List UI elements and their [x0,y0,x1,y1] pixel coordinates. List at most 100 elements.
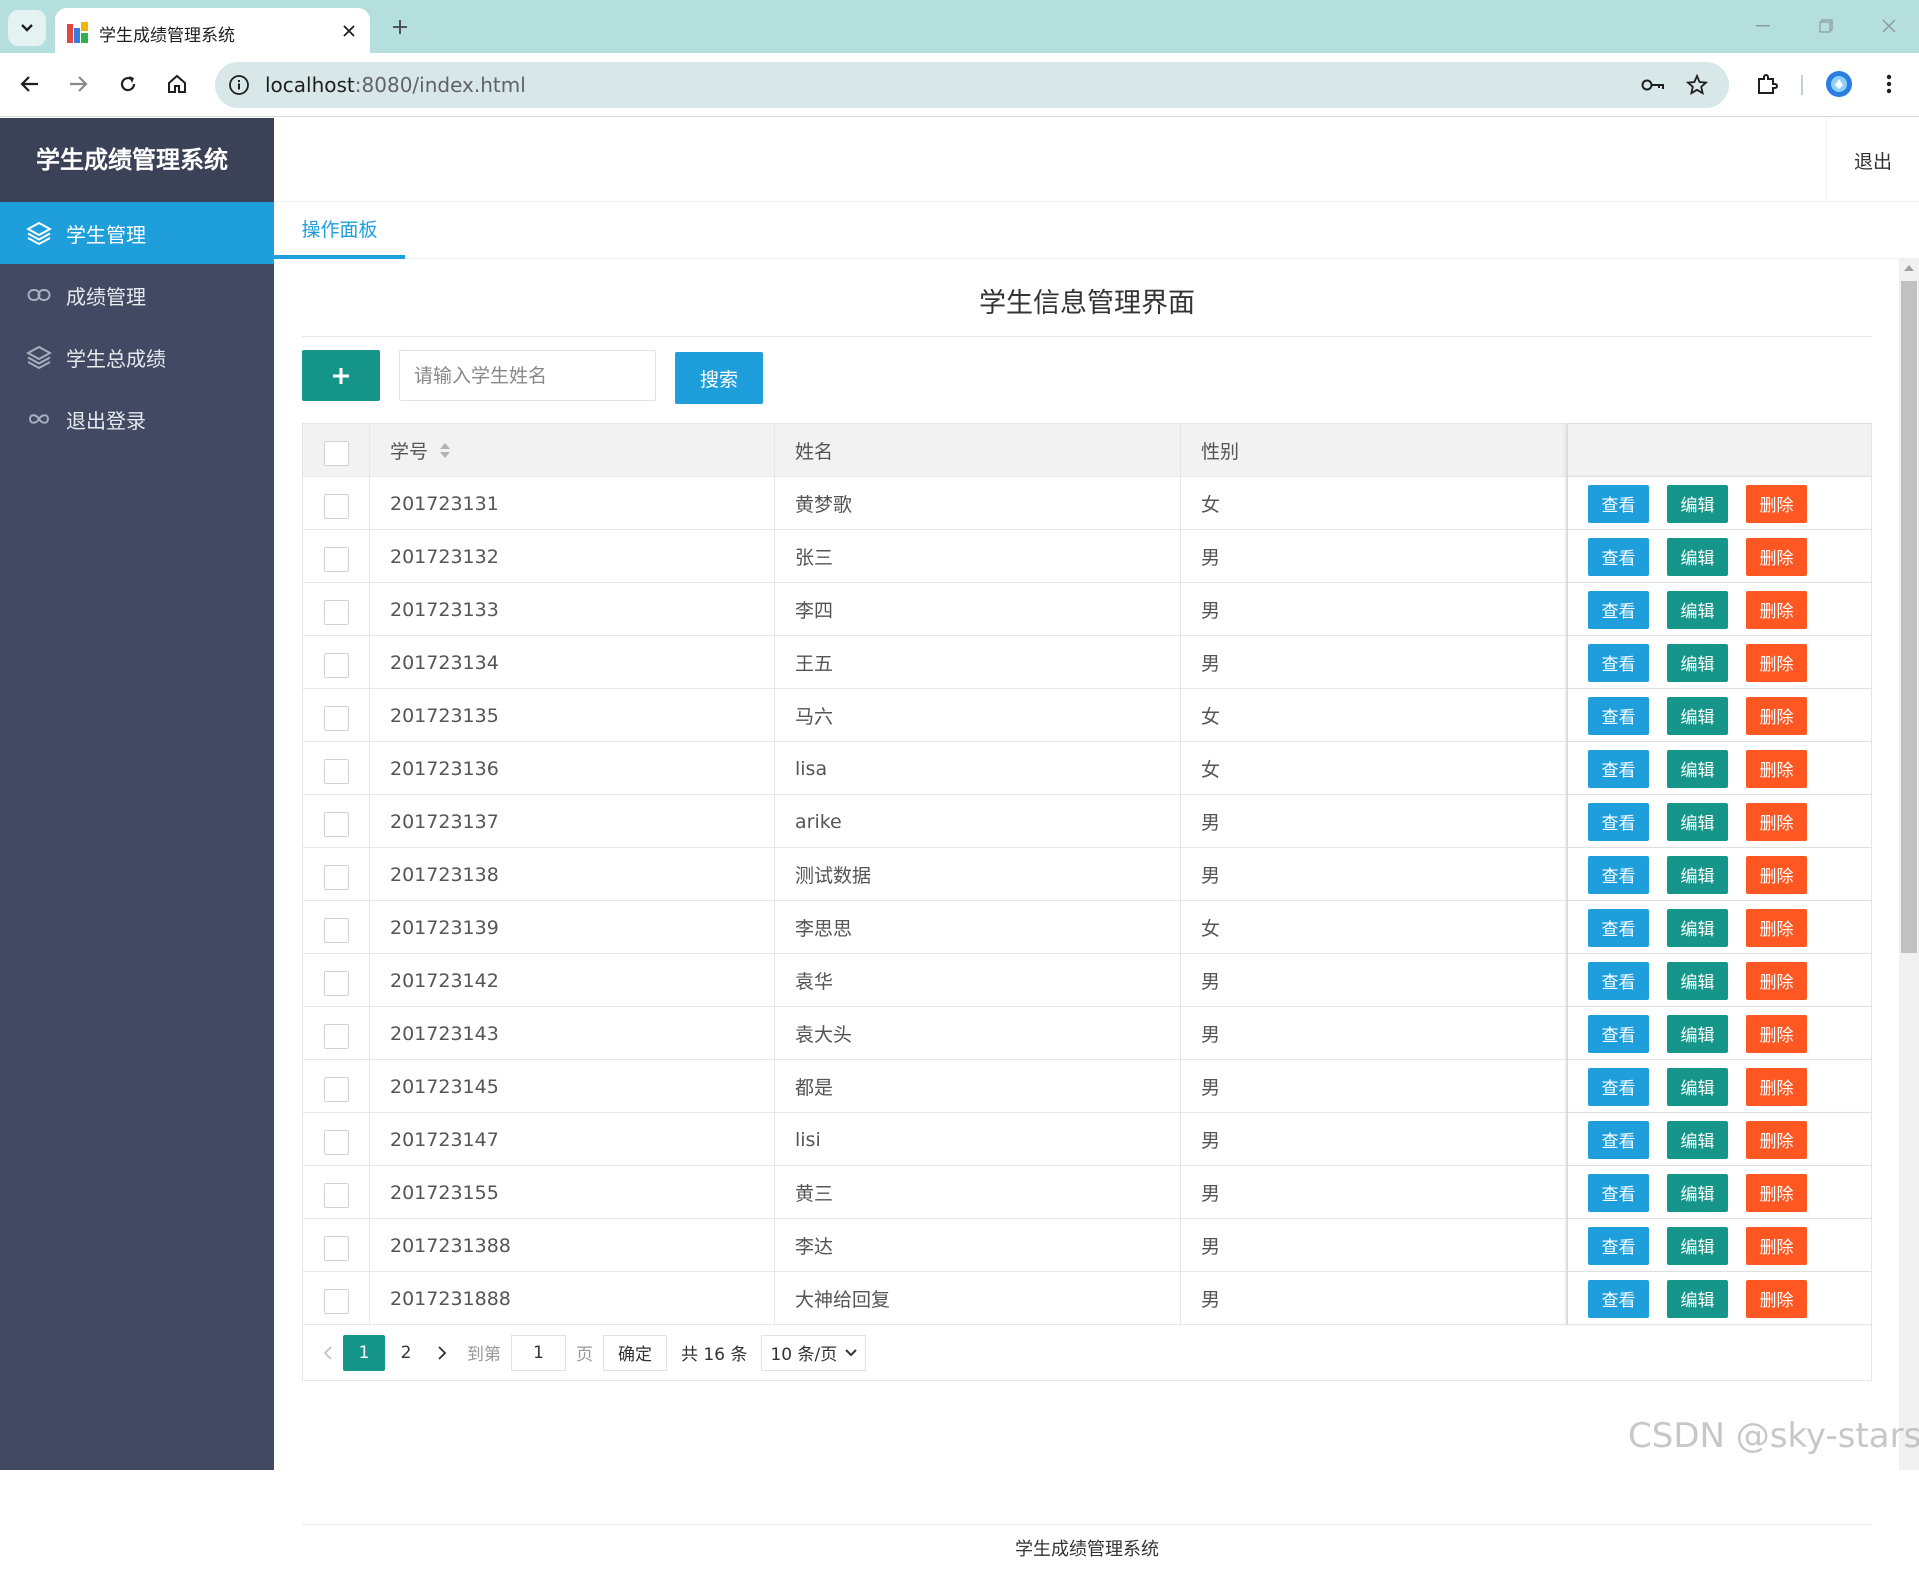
scroll-up-arrow-icon[interactable] [1904,265,1914,271]
prev-page-button[interactable] [313,1335,343,1371]
view-button[interactable]: 查看 [1588,1014,1649,1053]
restore-button[interactable] [1811,12,1841,40]
row-checkbox[interactable] [323,1236,349,1261]
delete-button[interactable]: 删除 [1746,696,1807,735]
delete-button[interactable]: 删除 [1746,484,1807,523]
page-1-button[interactable]: 1 [343,1334,385,1371]
browser-tab[interactable]: 学生成绩管理系统 [55,8,370,53]
delete-button[interactable]: 删除 [1746,749,1807,788]
info-icon[interactable] [228,74,250,96]
delete-button[interactable]: 删除 [1746,1120,1807,1159]
delete-button[interactable]: 删除 [1746,855,1807,894]
logout-link[interactable]: 退出 [1826,118,1919,202]
search-input[interactable] [399,350,656,401]
view-button[interactable]: 查看 [1588,1279,1649,1318]
sidebar-item-logout[interactable]: 退出登录 [0,388,274,450]
edit-button[interactable]: 编辑 [1667,696,1728,735]
view-button[interactable]: 查看 [1588,961,1649,1000]
view-button[interactable]: 查看 [1588,1226,1649,1265]
edit-button[interactable]: 编辑 [1667,961,1728,1000]
view-button[interactable]: 查看 [1588,1173,1649,1212]
new-tab-button[interactable] [386,13,414,41]
edit-button[interactable]: 编辑 [1667,1279,1728,1318]
delete-button[interactable]: 删除 [1746,1279,1807,1318]
select-all-checkbox[interactable] [323,441,349,466]
next-page-button[interactable] [427,1335,457,1371]
view-button[interactable]: 查看 [1588,1120,1649,1159]
search-button[interactable]: 搜索 [675,352,763,404]
extensions-button[interactable] [1750,67,1784,101]
delete-button[interactable]: 删除 [1746,1014,1807,1053]
view-button[interactable]: 查看 [1588,1067,1649,1106]
home-button[interactable] [160,67,194,101]
row-checkbox[interactable] [323,918,349,943]
view-button[interactable]: 查看 [1588,590,1649,629]
row-checkbox[interactable] [323,865,349,890]
row-checkbox[interactable] [323,653,349,678]
password-key-button[interactable] [1641,73,1665,97]
delete-button[interactable]: 删除 [1746,1173,1807,1212]
edit-button[interactable]: 编辑 [1667,908,1728,947]
url-text[interactable]: localhost:8080/index.html [265,73,526,97]
bookmark-button[interactable] [1685,73,1709,97]
add-student-button[interactable] [302,350,380,401]
edit-button[interactable]: 编辑 [1667,855,1728,894]
reload-button[interactable] [111,67,145,101]
row-checkbox[interactable] [323,1077,349,1102]
forward-button[interactable] [61,67,95,101]
tab-close-button[interactable] [338,20,360,42]
view-button[interactable]: 查看 [1588,643,1649,682]
edit-button[interactable]: 编辑 [1667,1014,1728,1053]
edit-button[interactable]: 编辑 [1667,643,1728,682]
page-2-button[interactable]: 2 [385,1335,427,1371]
vertical-scrollbar[interactable] [1899,259,1919,1470]
row-checkbox[interactable] [323,600,349,625]
scrollbar-thumb[interactable] [1901,281,1917,953]
view-button[interactable]: 查看 [1588,855,1649,894]
delete-button[interactable]: 删除 [1746,961,1807,1000]
sidebar-item-total-score[interactable]: 学生总成绩 [0,326,274,388]
minimize-button[interactable] [1748,12,1778,40]
address-bar[interactable]: localhost:8080/index.html [215,62,1729,108]
column-header-id[interactable]: 学号 [370,424,775,477]
row-checkbox[interactable] [323,1183,349,1208]
delete-button[interactable]: 删除 [1746,908,1807,947]
view-button[interactable]: 查看 [1588,537,1649,576]
delete-button[interactable]: 删除 [1746,537,1807,576]
goto-page-input[interactable] [511,1334,566,1371]
edit-button[interactable]: 编辑 [1667,484,1728,523]
tab-operation-panel[interactable]: 操作面板 [274,202,405,259]
delete-button[interactable]: 删除 [1746,802,1807,841]
delete-button[interactable]: 删除 [1746,590,1807,629]
edit-button[interactable]: 编辑 [1667,1226,1728,1265]
row-checkbox[interactable] [323,1289,349,1314]
sidebar-item-student-management[interactable]: 学生管理 [0,202,274,264]
tab-search-button[interactable] [8,10,46,46]
row-checkbox[interactable] [323,547,349,572]
browser-menu-button[interactable] [1872,67,1906,101]
row-checkbox[interactable] [323,706,349,731]
edit-button[interactable]: 编辑 [1667,1120,1728,1159]
row-checkbox[interactable] [323,971,349,996]
close-window-button[interactable] [1874,12,1904,40]
sort-icon[interactable] [440,443,451,458]
sidebar-item-score-management[interactable]: 成绩管理 [0,264,274,326]
view-button[interactable]: 查看 [1588,484,1649,523]
view-button[interactable]: 查看 [1588,802,1649,841]
delete-button[interactable]: 删除 [1746,643,1807,682]
edit-button[interactable]: 编辑 [1667,537,1728,576]
row-checkbox[interactable] [323,759,349,784]
goto-confirm-button[interactable]: 确定 [603,1334,667,1371]
row-checkbox[interactable] [323,1024,349,1049]
edit-button[interactable]: 编辑 [1667,749,1728,788]
row-checkbox[interactable] [323,812,349,837]
back-button[interactable] [13,67,47,101]
row-checkbox[interactable] [323,494,349,519]
delete-button[interactable]: 删除 [1746,1067,1807,1106]
edit-button[interactable]: 编辑 [1667,802,1728,841]
view-button[interactable]: 查看 [1588,696,1649,735]
edit-button[interactable]: 编辑 [1667,590,1728,629]
page-size-select[interactable]: 10 条/页 [761,1334,867,1371]
profile-button[interactable] [1822,67,1856,101]
view-button[interactable]: 查看 [1588,908,1649,947]
